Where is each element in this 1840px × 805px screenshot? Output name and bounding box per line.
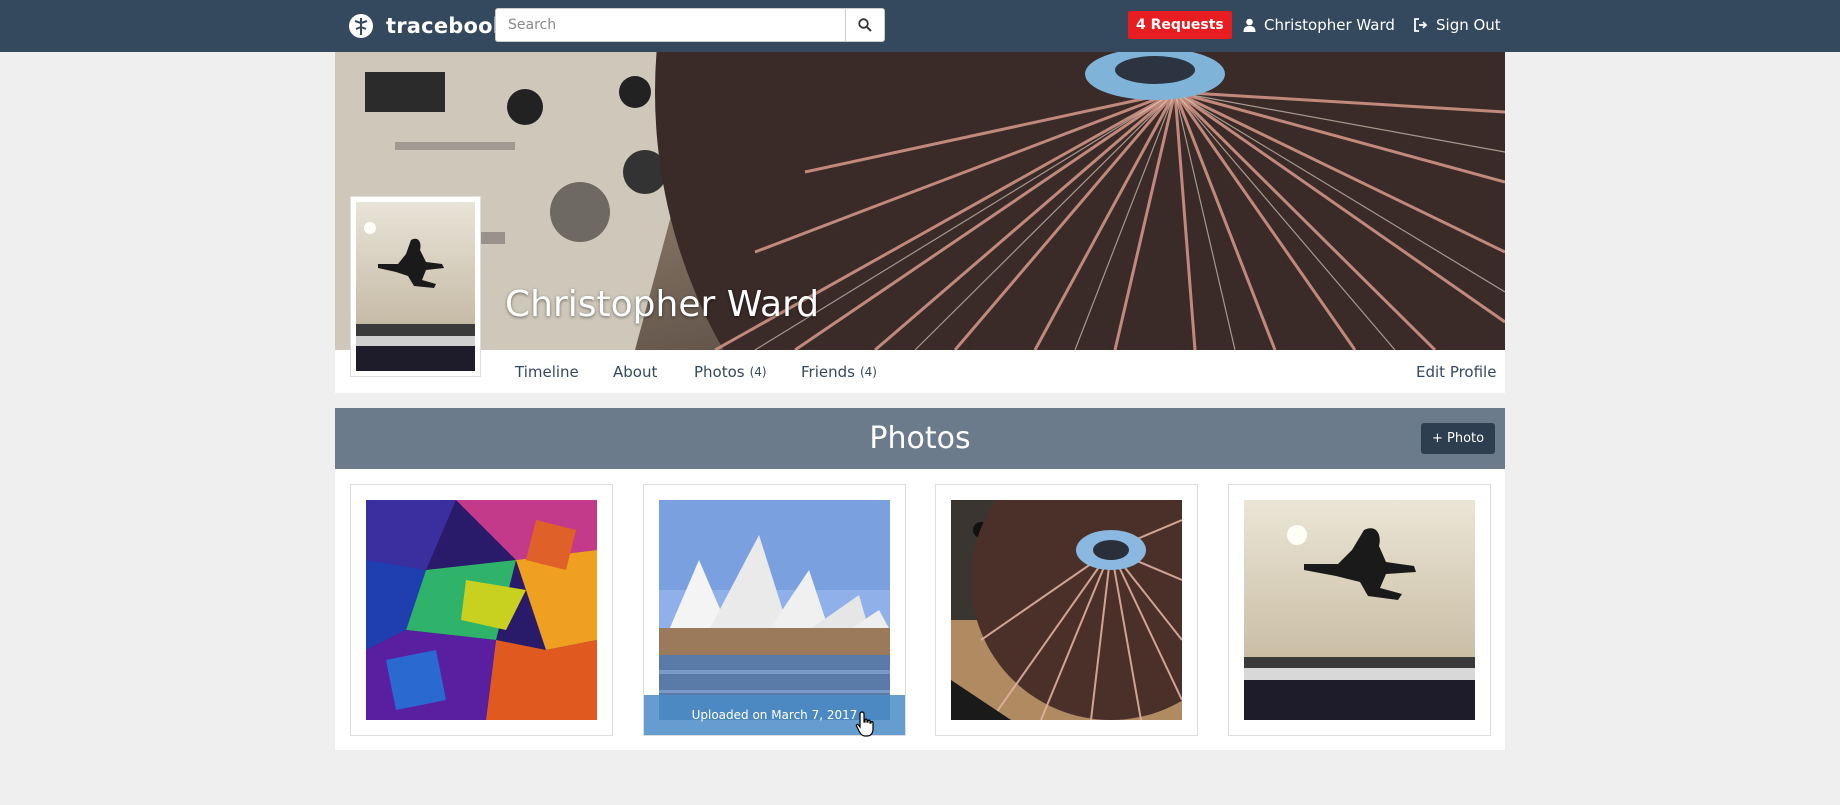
- photo-item[interactable]: Uploaded on March 7, 2017: [643, 484, 906, 736]
- profile-card: Christopher Ward Timeline About Photos (…: [335, 52, 1505, 393]
- photo-sydney-opera-house: [659, 500, 890, 720]
- photo-jumping-man: [1244, 500, 1475, 720]
- photo-item[interactable]: [935, 484, 1198, 736]
- tab-friends-count: (4): [859, 364, 877, 379]
- tab-photos-label: Photos: [694, 362, 745, 381]
- search-icon: [858, 18, 872, 32]
- brand-logo[interactable]: tracebook: [348, 10, 507, 42]
- tab-about-label: About: [613, 362, 658, 381]
- tracebook-logo-icon: [349, 14, 373, 38]
- add-photo-button[interactable]: + Photo: [1421, 423, 1496, 454]
- photos-header: Photos + Photo: [335, 408, 1505, 469]
- tab-timeline[interactable]: Timeline: [515, 350, 579, 393]
- profile-name: Christopher Ward: [505, 284, 820, 325]
- avatar-image: [356, 202, 475, 371]
- sign-out-icon: [1414, 18, 1428, 32]
- top-navbar: tracebook 4 Requests Christopher Ward Si…: [0, 0, 1840, 52]
- profile-avatar[interactable]: [350, 196, 481, 377]
- user-icon: [1243, 18, 1256, 32]
- photo-item[interactable]: [1228, 484, 1491, 736]
- edit-profile-label: Edit Profile: [1416, 362, 1497, 381]
- sign-out-link[interactable]: Sign Out: [1413, 11, 1501, 39]
- tab-photos[interactable]: Photos (4): [694, 350, 767, 393]
- tab-friends-label: Friends: [801, 362, 855, 381]
- tab-timeline-label: Timeline: [515, 362, 579, 381]
- photos-panel: Photos + Photo Uploaded on March 7, 2017: [335, 408, 1505, 750]
- search-form: [495, 8, 885, 42]
- tab-photos-count: (4): [749, 364, 767, 379]
- search-button[interactable]: [845, 8, 885, 42]
- search-input[interactable]: [495, 8, 845, 42]
- user-name-label: Christopher Ward: [1264, 16, 1395, 34]
- brand-name: tracebook: [386, 14, 507, 38]
- user-profile-link[interactable]: Christopher Ward: [1243, 11, 1395, 39]
- friend-requests-badge[interactable]: 4 Requests: [1128, 11, 1232, 39]
- photo-turntable: [951, 500, 1182, 720]
- sign-out-label: Sign Out: [1436, 16, 1501, 34]
- tab-friends[interactable]: Friends (4): [801, 350, 877, 393]
- photo-abstract-colorful: [366, 500, 597, 720]
- mouse-pointer-icon: [855, 711, 874, 737]
- profile-tabs: Timeline About Photos (4) Friends (4) Ed…: [335, 350, 1505, 393]
- photo-item[interactable]: [350, 484, 613, 736]
- photos-title: Photos: [869, 421, 971, 456]
- tab-about[interactable]: About: [613, 350, 657, 393]
- edit-profile-link[interactable]: Edit Profile: [1416, 350, 1496, 393]
